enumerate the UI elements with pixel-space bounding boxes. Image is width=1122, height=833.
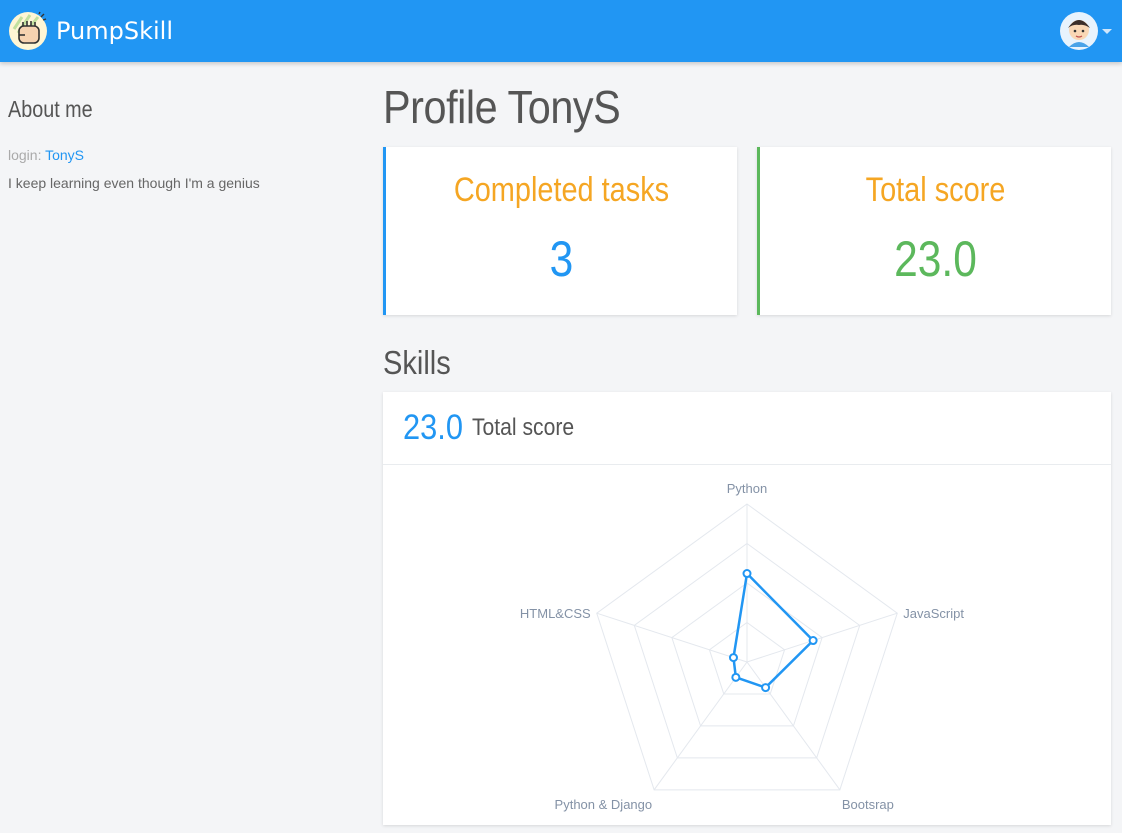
total-score-card: Total score 23.0	[757, 147, 1111, 315]
navbar: PumpSkill	[0, 0, 1122, 62]
total-score-value: 23.0	[894, 231, 977, 287]
total-score-label: Total score	[865, 171, 1006, 209]
radar-axis-label: Python	[727, 481, 767, 496]
fist-logo-icon	[9, 11, 47, 50]
skills-total-score: 23.0	[403, 408, 463, 447]
user-menu[interactable]	[1059, 10, 1112, 52]
login-link[interactable]: TonyS	[45, 147, 84, 163]
completed-tasks-label: Completed tasks	[453, 171, 670, 209]
bio-text: I keep learning even though I'm a genius	[8, 175, 260, 191]
login-line: login: TonyS	[8, 147, 348, 163]
stats-row: Completed tasks 3 Total score 23.0	[383, 147, 1111, 315]
completed-tasks-card: Completed tasks 3	[383, 147, 737, 315]
completed-tasks-value: 3	[549, 231, 574, 287]
radar-data-point	[808, 636, 818, 646]
about-me-heading: About me	[8, 96, 93, 122]
skills-card-header: 23.0 Total score	[383, 392, 1111, 465]
radar-series-line	[732, 572, 815, 689]
radar-axis	[596, 612, 748, 663]
brand-link[interactable]: PumpSkill	[8, 10, 173, 52]
page-title: Profile TonyS	[383, 81, 621, 133]
app-name: PumpSkill	[56, 17, 174, 45]
skills-radar-chart: Python JavaScript Bootsrap Python & Django H…	[520, 481, 964, 812]
login-prefix: login:	[8, 147, 42, 163]
radar-data-point	[761, 683, 771, 693]
chevron-down-icon	[1102, 28, 1112, 34]
user-avatar-icon	[1060, 12, 1098, 50]
radar-data-point	[731, 672, 741, 682]
radar-axis-label: HTML&CSS	[520, 606, 591, 621]
skills-total-score-label: Total score	[472, 414, 575, 441]
radar-axis-label: Bootsrap	[842, 797, 894, 812]
radar-axis-label: JavaScript	[903, 606, 964, 621]
radar-axis-label: Python & Django	[555, 797, 653, 812]
radar-axis	[746, 612, 898, 663]
skills-heading: Skills	[383, 344, 451, 381]
skills-card: 23.0 Total score Python JavaScript Bootsra…	[383, 392, 1111, 825]
radar-data-point	[728, 653, 738, 663]
profile-main: Profile TonyS Completed tasks 3 Total sc…	[383, 80, 1111, 825]
about-me-section: About me login: TonyS I keep learning ev…	[8, 96, 348, 191]
radar-data-point	[742, 569, 752, 579]
